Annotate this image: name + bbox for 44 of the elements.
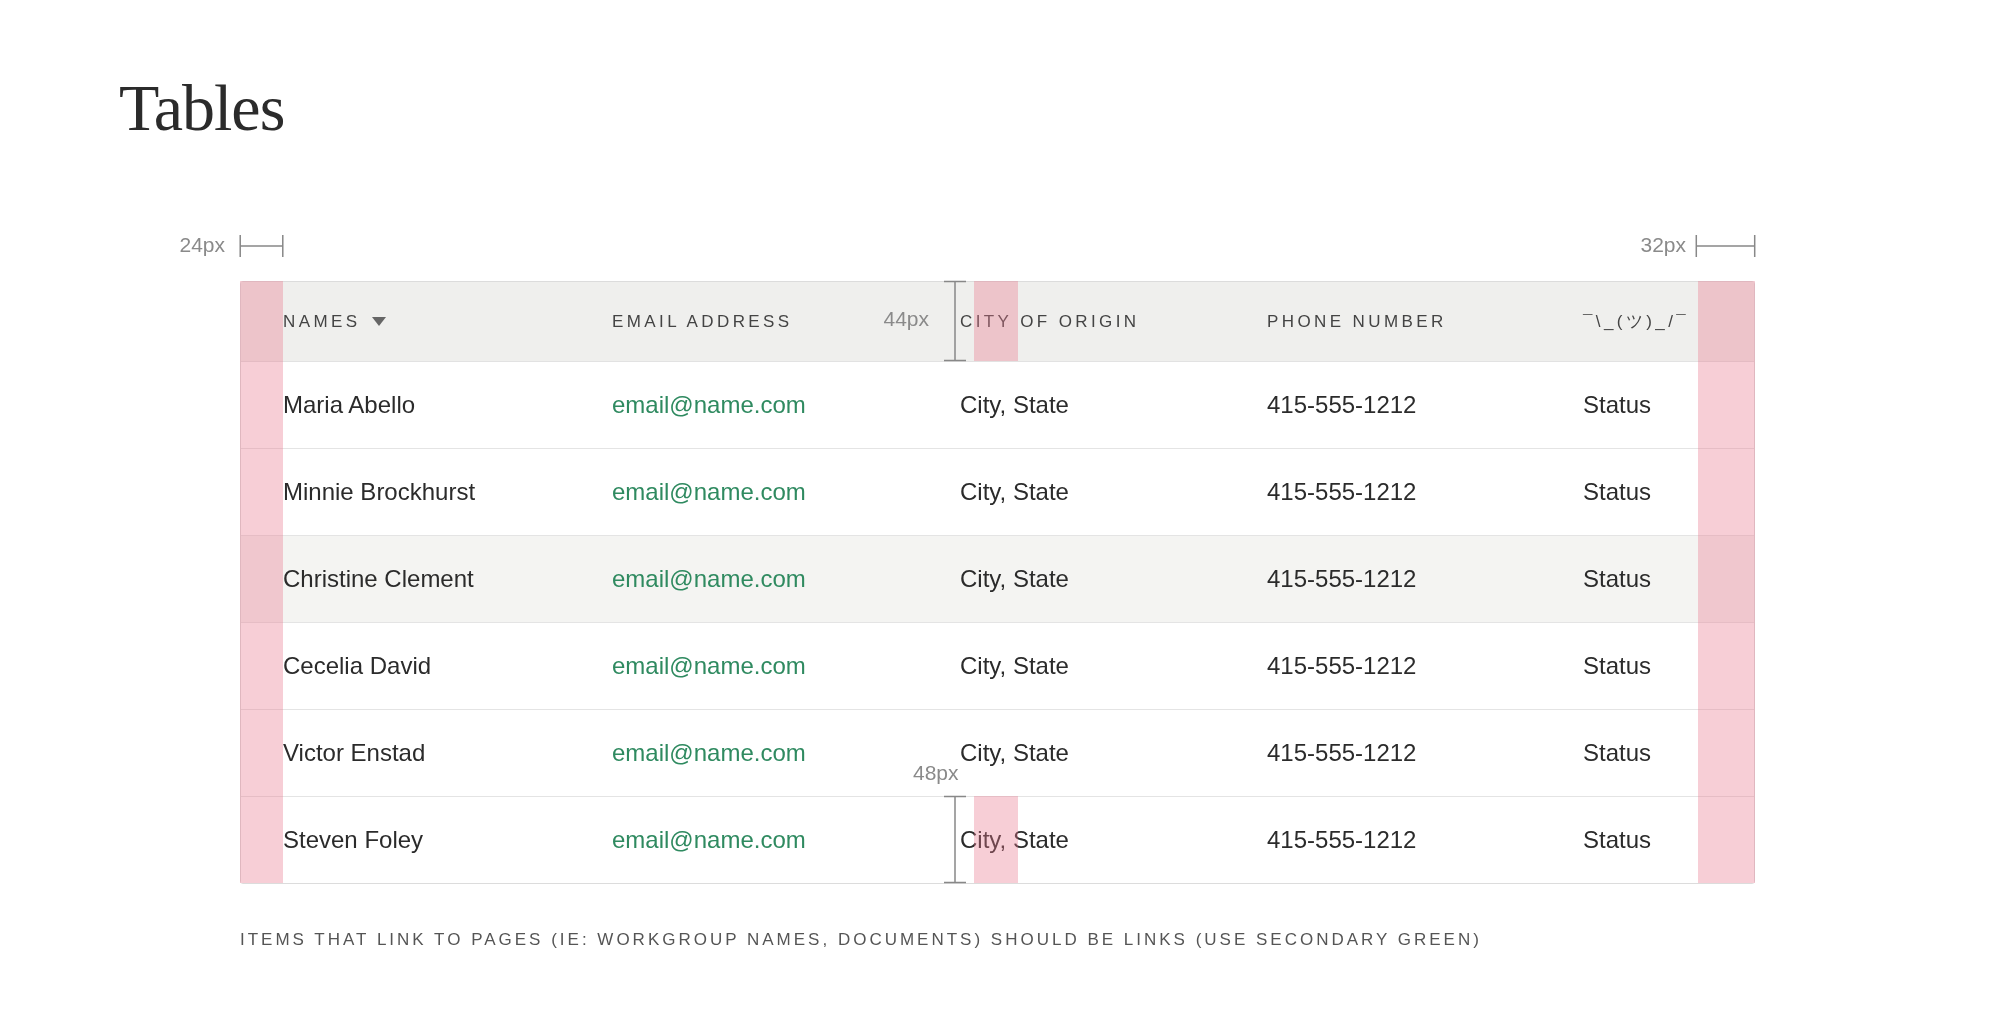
table-note: ITEMS THAT LINK TO PAGES (IE: WORKGROUP NAMES, DOCUMENTS) SHOULD BE LINKS (USE SECONDARY GREEN) (240, 930, 1483, 950)
phone-cell-text: 415-555-1212 (1267, 391, 1418, 419)
name-cell-text: Steven Foley (283, 826, 425, 854)
phone-cell-text: 415-555-1212 (1267, 739, 1418, 767)
column-header[interactable]: CITY OF ORIGIN (960, 311, 1140, 332)
name-cell-text: Maria Abello (283, 391, 417, 419)
name-cell-text: Minnie Brockhurst (283, 478, 477, 506)
phone-cell-text: 415-555-1212 (1267, 565, 1418, 593)
page-title: Tables (119, 70, 285, 146)
column-header[interactable]: EMAIL ADDRESS (612, 311, 793, 332)
dimension-label: 32px (1640, 233, 1686, 257)
name-cell-text: Christine Clement (283, 565, 475, 593)
name-cell-text: Victor Enstad (283, 739, 427, 767)
dimension-bracket (240, 235, 283, 257)
email-link[interactable]: email@name.com (612, 739, 806, 766)
email-link[interactable]: email@name.com (612, 565, 806, 592)
name-cell-text: Cecelia David (283, 652, 433, 680)
column-header[interactable]: PHONE NUMBER (1267, 311, 1447, 332)
status-cell-text: Status (1583, 478, 1653, 506)
dimension-bracket (1696, 235, 1755, 257)
phone-cell-text: 415-555-1212 (1267, 652, 1418, 680)
city-cell-text: City, State (960, 739, 1070, 767)
city-cell-text: City, State (960, 826, 1070, 854)
email-link[interactable]: email@name.com (612, 391, 806, 418)
dimension-label: 24px (179, 233, 225, 257)
status-cell-text: Status (1583, 739, 1653, 767)
sort-caret-icon[interactable] (372, 317, 387, 326)
status-cell-text: Status (1583, 826, 1653, 854)
status-cell-text: Status (1583, 565, 1653, 593)
dimension-label: 48px (913, 761, 959, 785)
email-link[interactable]: email@name.com (612, 652, 806, 679)
status-cell-text: Status (1583, 391, 1653, 419)
city-cell-text: City, State (960, 565, 1070, 593)
dimension-label: 44px (883, 307, 929, 331)
city-cell-text: City, State (960, 391, 1070, 419)
status-cell-text: Status (1583, 652, 1653, 680)
city-cell-text: City, State (960, 652, 1070, 680)
column-header[interactable]: NAMES (283, 311, 387, 332)
phone-cell-text: 415-555-1212 (1267, 478, 1418, 506)
column-header[interactable]: ¯\_(ツ)_/¯ (1583, 310, 1690, 333)
phone-cell-text: 415-555-1212 (1267, 826, 1418, 854)
email-link[interactable]: email@name.com (612, 826, 806, 853)
city-cell-text: City, State (960, 478, 1070, 506)
email-link[interactable]: email@name.com (612, 478, 806, 505)
